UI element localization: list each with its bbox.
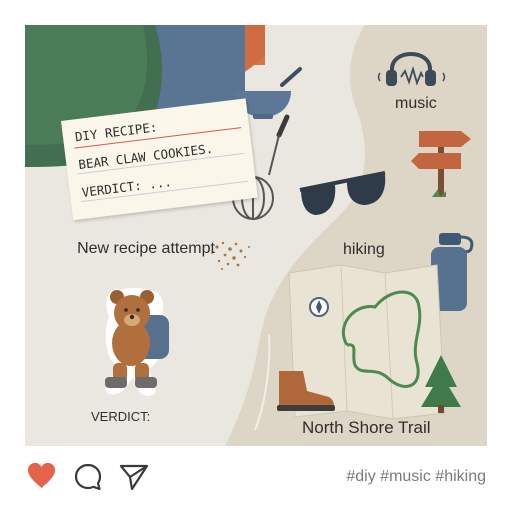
hiking-label: hiking	[343, 241, 385, 258]
action-bar: #diy #music #hiking	[0, 446, 512, 512]
share-button[interactable]	[118, 462, 150, 497]
trail-label: North Shore Trail	[302, 418, 431, 437]
comment-button[interactable]	[73, 462, 103, 497]
illustration	[25, 25, 487, 446]
new-recipe-label: New recipe attempt	[77, 240, 215, 257]
comment-icon	[74, 463, 102, 491]
post-image[interactable]: DIY RECIPE: BEAR CLAW COOKIES. VERDICT: …	[25, 25, 487, 446]
verdict-label: VERDICT:	[91, 409, 151, 424]
music-label: music	[395, 95, 437, 112]
send-icon	[119, 464, 149, 491]
heart-icon	[27, 462, 56, 489]
like-button[interactable]	[26, 461, 57, 495]
hashtags[interactable]: #diy #music #hiking	[346, 468, 486, 486]
